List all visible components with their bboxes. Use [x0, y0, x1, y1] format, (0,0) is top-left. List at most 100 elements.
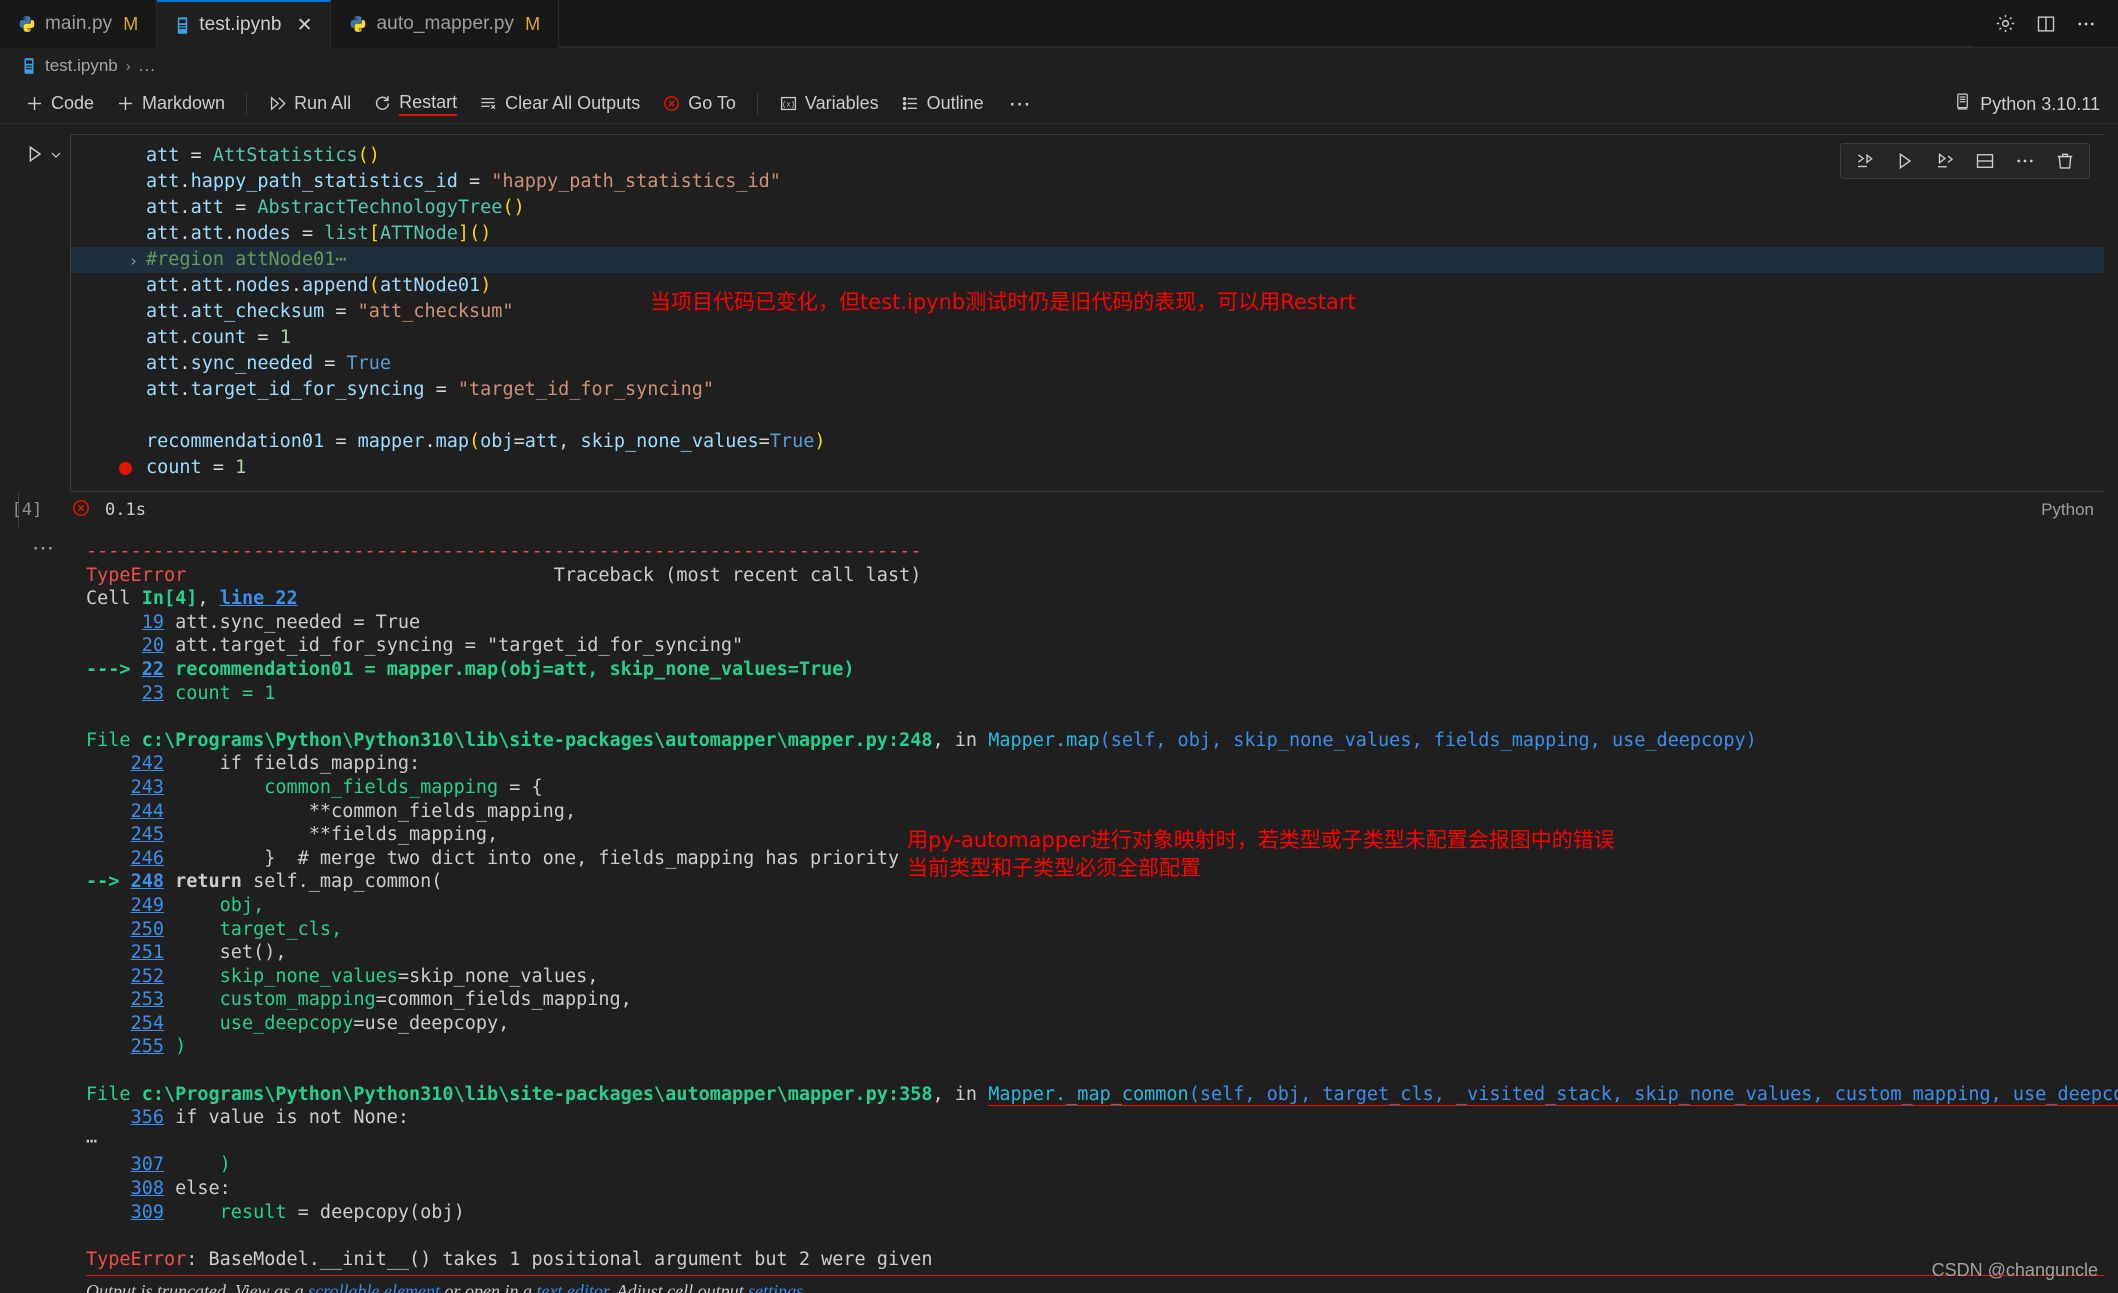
code-line[interactable]: att = AttStatistics(): [71, 143, 2104, 169]
breadcrumb-overflow[interactable]: ...: [139, 56, 156, 76]
execute-above-cells-icon[interactable]: [1855, 151, 1875, 171]
tab-label: test.ipynb: [199, 14, 281, 36]
close-icon[interactable]: ✕: [297, 14, 313, 37]
go-to-button[interactable]: Go To: [651, 88, 747, 120]
notebook-icon: [175, 16, 190, 35]
code-line[interactable]: att.happy_path_statistics_id = "happy_pa…: [71, 169, 2104, 195]
button-label: Clear All Outputs: [505, 93, 640, 114]
code-token: nodes: [235, 275, 291, 296]
output-token: 255: [131, 1036, 164, 1057]
output-token: File: [86, 730, 142, 751]
outline-button[interactable]: Outline: [890, 88, 995, 120]
chevron-down-icon[interactable]: [49, 148, 63, 165]
output-line: 255 ): [18, 1035, 2104, 1059]
cell-toolbar: [1840, 143, 2090, 179]
code-line[interactable]: att.att_checksum = "att_checksum": [71, 299, 2104, 325]
text-editor-link[interactable]: text editor: [536, 1281, 607, 1293]
settings-gear-icon[interactable]: [1995, 13, 2016, 34]
output-line: 309 result = deepcopy(obj): [18, 1201, 2104, 1225]
code-line[interactable]: ›#region attNode01⋯: [71, 247, 2104, 273]
output-token: Traceback (most recent call last): [186, 565, 921, 586]
output-token: [86, 683, 142, 704]
code-line[interactable]: att.att = AbstractTechnologyTree(): [71, 195, 2104, 221]
run-cell-icon[interactable]: [25, 144, 45, 168]
execute-cell-and-below-icon[interactable]: [1935, 151, 1955, 171]
code-token: map: [436, 431, 469, 452]
output-token: ): [164, 1154, 231, 1175]
more-cell-actions-icon[interactable]: [2015, 151, 2035, 171]
output-token: 246: [131, 848, 164, 869]
button-label: Go To: [688, 93, 736, 114]
scrollable-element-link[interactable]: scrollable element: [308, 1281, 440, 1293]
split-cell-icon[interactable]: [1975, 151, 1995, 171]
code-line[interactable]: [71, 403, 2104, 429]
output-line: --> 248 return self._map_common(: [18, 870, 2104, 894]
fold-chevron-icon[interactable]: ›: [129, 248, 138, 274]
toolbar-more-icon[interactable]: ⋯: [995, 97, 1045, 110]
restart-kernel-button[interactable]: Restart: [362, 88, 468, 120]
variables-button[interactable]: (x) Variables: [768, 88, 890, 120]
breadcrumb: test.ipynb › ...: [0, 48, 2118, 84]
breakpoint-icon[interactable]: [119, 462, 132, 475]
code-token: AttStatistics: [213, 145, 358, 166]
code-line[interactable]: att.count = 1: [71, 325, 2104, 351]
tab-main-py[interactable]: main.py M: [0, 0, 157, 48]
code-token: =: [246, 327, 279, 348]
add-code-cell-button[interactable]: Code: [14, 88, 105, 120]
output-token: [86, 1013, 131, 1034]
vscode-window: main.py M test.ipynb ✕ a: [0, 0, 2118, 1293]
output-token: (self, obj, target_cls, _visited_stack, …: [1189, 1084, 2118, 1106]
output-token: if fields_mapping:: [164, 753, 420, 774]
error-icon[interactable]: [71, 498, 91, 523]
cell-language-label[interactable]: Python: [2041, 500, 2094, 520]
code-line[interactable]: recommendation01 = mapper.map(obj=att, s…: [71, 429, 2104, 455]
output-token: 250: [131, 919, 164, 940]
code-token: =: [224, 197, 257, 218]
output-token: [86, 777, 131, 798]
tab-test-ipynb[interactable]: test.ipynb ✕: [157, 0, 331, 48]
output-line: 242 if fields_mapping:: [18, 752, 2104, 776]
code-token: att: [146, 379, 179, 400]
watermark: CSDN @changuncle: [1932, 1260, 2098, 1281]
code-line[interactable]: att.target_id_for_syncing = "target_id_f…: [71, 377, 2104, 403]
clear-all-outputs-button[interactable]: Clear All Outputs: [468, 88, 651, 120]
run-all-button[interactable]: Run All: [257, 88, 362, 120]
split-editor-icon[interactable]: [2036, 14, 2056, 34]
cell-execution-summary: [4] 0.1s Python: [18, 492, 2104, 528]
delete-cell-icon[interactable]: [2055, 151, 2075, 171]
notebook-icon: [22, 57, 37, 76]
code-token: =: [458, 171, 491, 192]
code-line[interactable]: att.att.nodes = list[ATTNode](): [71, 221, 2104, 247]
output-token: att.sync_needed = True: [164, 612, 420, 633]
execution-time: 0.1s: [105, 500, 146, 520]
code-line[interactable]: att.att.nodes.append(attNode01): [71, 273, 2104, 299]
code-token: att: [191, 223, 224, 244]
output-token: , in: [933, 1084, 989, 1105]
output-line: 250 target_cls,: [18, 918, 2104, 942]
output-token: 20: [142, 635, 164, 656]
cell-editor[interactable]: att = AttStatistics()att.happy_path_stat…: [70, 134, 2104, 492]
code-token: =: [324, 301, 357, 322]
code-token: happy_path_statistics_id: [191, 171, 458, 192]
cell-source-code[interactable]: att = AttStatistics()att.happy_path_stat…: [71, 143, 2104, 481]
output-token: 244: [131, 801, 164, 822]
code-line[interactable]: att.sync_needed = True: [71, 351, 2104, 377]
output-token: line 22: [220, 588, 298, 609]
output-line: ---> 22 recommendation01 = mapper.map(ob…: [18, 658, 2104, 682]
tab-label: main.py: [45, 13, 112, 35]
code-line[interactable]: count = 1: [71, 455, 2104, 481]
output-token: 245: [131, 824, 164, 845]
tab-auto-mapper-py[interactable]: auto_mapper.py M: [331, 0, 559, 48]
svg-text:(x): (x): [782, 102, 795, 110]
output-token: **fields_mapping,: [164, 824, 498, 845]
output-more-icon[interactable]: ⋯: [32, 542, 56, 553]
output-token: 243: [131, 777, 164, 798]
breadcrumb-file[interactable]: test.ipynb: [45, 56, 118, 76]
execute-cell-icon[interactable]: [1895, 151, 1915, 171]
output-line: Cell In[4], line 22: [18, 587, 2104, 611]
add-markdown-cell-button[interactable]: Markdown: [105, 88, 236, 120]
python-icon: [349, 15, 367, 33]
settings-link[interactable]: settings: [748, 1281, 803, 1293]
kernel-selector[interactable]: Python 3.10.11: [1953, 84, 2100, 124]
more-actions-icon[interactable]: [2076, 14, 2096, 34]
